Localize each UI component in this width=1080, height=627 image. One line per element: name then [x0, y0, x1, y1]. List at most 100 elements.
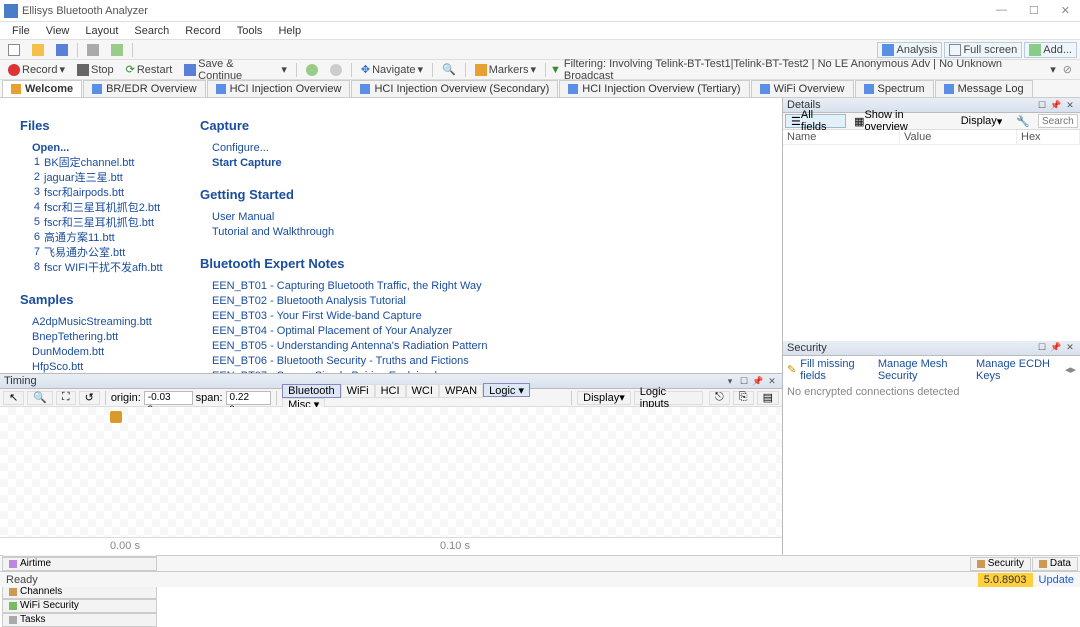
analysis-button[interactable]: Analysis	[877, 42, 942, 58]
open-link[interactable]: Open...	[32, 141, 200, 156]
save-continue-button[interactable]: Save & Continue ▾	[179, 62, 292, 78]
start-capture-link[interactable]: Start Capture	[212, 156, 762, 171]
minimize-button[interactable]: —	[990, 4, 1013, 17]
security-close-icon[interactable]: ✕	[1064, 342, 1076, 354]
tab-hci-injection-overview-secondary-[interactable]: HCI Injection Overview (Secondary)	[351, 80, 558, 97]
menu-layout[interactable]: Layout	[77, 25, 126, 37]
menu-view[interactable]: View	[38, 25, 78, 37]
logic-inputs-button[interactable]: Logic inputs	[634, 391, 703, 405]
find-button[interactable]: 🔍	[437, 62, 461, 78]
restart-button[interactable]: ⟳Restart	[121, 62, 178, 78]
record-button[interactable]: Record ▾	[3, 62, 70, 78]
timing-pin-icon[interactable]: 📌	[752, 375, 764, 387]
col-name[interactable]: Name	[783, 130, 900, 144]
expert-note-link[interactable]: EEN_BT03 - Your First Wide-band Capture	[212, 309, 762, 324]
details-close-icon[interactable]: ✕	[1064, 99, 1076, 111]
tab-br-edr-overview[interactable]: BR/EDR Overview	[83, 80, 205, 97]
filtering-dropdown[interactable]: ▼Filtering: Involving Telink-BT-Test1|Te…	[550, 58, 1056, 82]
bottom-tab-wifi-security[interactable]: WiFi Security	[2, 599, 157, 613]
recent-file[interactable]: 高通方案11.btt	[44, 231, 115, 246]
expert-note-link[interactable]: EEN_BT05 - Understanding Antenna's Radia…	[212, 339, 762, 354]
details-tool-icon[interactable]: 🔧	[1010, 114, 1036, 128]
sample-file[interactable]: BnepTethering.btt	[32, 330, 200, 345]
tab-hci-injection-overview[interactable]: HCI Injection Overview	[207, 80, 351, 97]
timing-cursor-icon[interactable]: ↖	[3, 391, 24, 405]
update-link[interactable]: Update	[1039, 574, 1074, 586]
expert-note-link[interactable]: EEN_BT04 - Optimal Placement of Your Ana…	[212, 324, 762, 339]
open-button[interactable]	[27, 42, 49, 58]
tutorial-link[interactable]: Tutorial and Walkthrough	[212, 225, 762, 240]
close-button[interactable]: ✕	[1055, 4, 1076, 17]
details-max-icon[interactable]: ☐	[1036, 99, 1048, 111]
show-overview-button[interactable]: ▦ Show in overview	[848, 114, 953, 128]
proto-bluetooth[interactable]: Bluetooth	[282, 384, 340, 398]
configure-link[interactable]: Configure...	[212, 141, 762, 156]
recent-file[interactable]: fscr和三星耳机抓包.btt	[44, 216, 154, 231]
stop-button[interactable]: Stop	[72, 62, 119, 78]
security-pin-icon[interactable]: 📌	[1050, 342, 1062, 354]
sample-file[interactable]: A2dpMusicStreaming.btt	[32, 315, 200, 330]
origin-select[interactable]: -0.03 s	[144, 391, 193, 405]
all-fields-button[interactable]: ☰ All fields	[785, 114, 846, 128]
expert-note-link[interactable]: EEN_BT06 - Bluetooth Security - Truths a…	[212, 354, 762, 369]
menu-tools[interactable]: Tools	[229, 25, 271, 37]
expert-note-link[interactable]: EEN_BT01 - Capturing Bluetooth Traffic, …	[212, 279, 762, 294]
fill-missing-link[interactable]: Fill missing fields	[800, 358, 870, 382]
tab-message-log[interactable]: Message Log	[935, 80, 1033, 97]
bottom-tab-airtime[interactable]: Airtime	[2, 557, 157, 571]
timing-canvas[interactable]	[0, 407, 782, 537]
recent-file[interactable]: 飞易通办公室.btt	[44, 246, 125, 261]
timing-close-icon[interactable]: ✕	[766, 375, 778, 387]
sample-file[interactable]: DunModem.btt	[32, 345, 200, 360]
details-pin-icon[interactable]: 📌	[1050, 99, 1062, 111]
display-dropdown[interactable]: Display ▾	[577, 391, 631, 405]
fullscreen-button[interactable]: Full screen	[944, 42, 1022, 58]
timing-tool-a-icon[interactable]: ⎋	[709, 391, 730, 405]
sample-file[interactable]: HfpSco.btt	[32, 360, 200, 373]
proto-logic[interactable]: Logic ▾	[483, 383, 530, 397]
manage-mesh-link[interactable]: Manage Mesh Security	[878, 358, 972, 382]
bottom-tab-data[interactable]: Data	[1032, 557, 1078, 571]
nav-icon[interactable]: ◂▸	[1065, 363, 1076, 376]
add-button[interactable]: Add...	[1024, 42, 1077, 58]
timing-fit-icon[interactable]: ⛶	[56, 391, 76, 405]
tab-hci-injection-overview-tertiary-[interactable]: HCI Injection Overview (Tertiary)	[559, 80, 749, 97]
proto-wpan[interactable]: WPAN	[439, 384, 483, 398]
display-button[interactable]: Display ▾	[955, 114, 1009, 128]
bottom-tab-security[interactable]: Security	[970, 557, 1031, 571]
nav-back-button[interactable]	[301, 62, 323, 78]
timing-max-icon[interactable]: ☐	[738, 375, 750, 387]
tab-wifi-overview[interactable]: WiFi Overview	[751, 80, 854, 97]
filter-clear-button[interactable]: ⊘	[1058, 62, 1077, 78]
recent-file[interactable]: fscr WIFI干扰不发afh.btt	[44, 261, 163, 276]
user-manual-link[interactable]: User Manual	[212, 210, 762, 225]
menu-record[interactable]: Record	[177, 25, 228, 37]
recent-file[interactable]: BK固定channel.btt	[44, 156, 135, 171]
maximize-button[interactable]: ☐	[1023, 4, 1045, 17]
recent-file[interactable]: fscr和三星耳机抓包2.btt	[44, 201, 160, 216]
menu-help[interactable]: Help	[270, 25, 309, 37]
markers-button[interactable]: Markers ▾	[470, 62, 541, 78]
search-input[interactable]	[1038, 114, 1078, 128]
expert-note-link[interactable]: EEN_BT02 - Bluetooth Analysis Tutorial	[212, 294, 762, 309]
tab-welcome[interactable]: Welcome	[2, 80, 82, 97]
col-hex[interactable]: Hex	[1017, 130, 1080, 144]
timing-marker-icon[interactable]	[110, 411, 122, 423]
span-select[interactable]: 0.22 s	[226, 391, 272, 405]
menu-search[interactable]: Search	[126, 25, 177, 37]
bottom-tab-tasks[interactable]: Tasks	[2, 613, 157, 627]
tab-spectrum[interactable]: Spectrum	[855, 80, 934, 97]
timing-menu-icon[interactable]: ▾	[724, 375, 736, 387]
navigate-button[interactable]: ✥Navigate ▾	[356, 62, 428, 78]
proto-wci[interactable]: WCI	[406, 384, 439, 398]
timing-undo-icon[interactable]: ↺	[79, 391, 100, 405]
proto-hci[interactable]: HCI	[375, 384, 406, 398]
col-value[interactable]: Value	[900, 130, 1017, 144]
security-max-icon[interactable]: ☐	[1036, 342, 1048, 354]
timing-tool-c-icon[interactable]: ▤	[757, 391, 779, 405]
export-button[interactable]	[106, 42, 128, 58]
menu-file[interactable]: File	[4, 25, 38, 37]
nav-fwd-button[interactable]	[325, 62, 347, 78]
recent-file[interactable]: jaguar连三星.btt	[44, 171, 123, 186]
new-button[interactable]	[3, 42, 25, 58]
